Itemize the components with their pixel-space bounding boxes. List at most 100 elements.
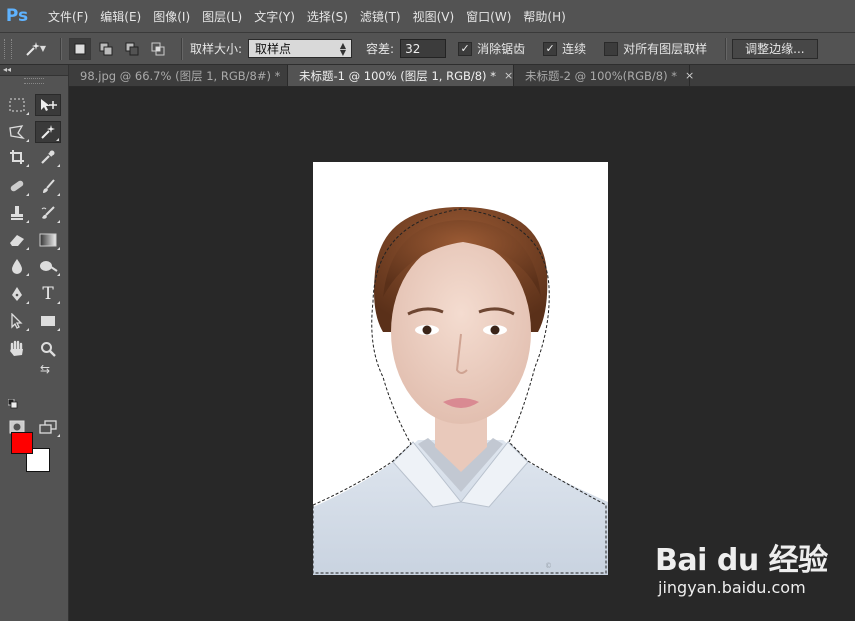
image-watermark: © (545, 562, 552, 570)
portrait-photo: © (313, 207, 608, 575)
menu-type[interactable]: 文字(Y) (248, 8, 301, 25)
zoom-tool[interactable] (35, 338, 61, 360)
toolbox-collapse-button[interactable]: ◂◂ (0, 65, 68, 76)
close-icon[interactable]: × (504, 69, 513, 82)
menu-edit[interactable]: 编辑(E) (94, 8, 147, 25)
eraser-icon (10, 235, 24, 246)
sample-all-layers-label: 对所有图层取样 (623, 42, 708, 56)
menu-file[interactable]: 文件(F) (42, 8, 94, 25)
path-select-tool[interactable] (4, 310, 30, 332)
zoom-icon (41, 342, 56, 357)
menu-view[interactable]: 视图(V) (407, 8, 461, 25)
magic-wand-icon (41, 125, 55, 139)
tolerance-label: 容差: (366, 42, 395, 56)
brush-icon (43, 179, 55, 193)
options-grip[interactable] (4, 38, 12, 59)
refine-edge-button[interactable]: 调整边缘... (732, 38, 818, 59)
sample-all-layers-checkbox[interactable] (604, 41, 619, 56)
tab-98-jpg[interactable]: 98.jpg @ 66.7% (图层 1, RGB/8#) * × (69, 65, 298, 86)
checkmark-icon: ✓ (460, 42, 470, 55)
eyedropper-tool[interactable] (35, 146, 61, 168)
subtract-from-selection-button[interactable] (121, 38, 143, 60)
close-icon[interactable]: × (685, 69, 694, 82)
updown-arrows-icon: ▲ ▼ (339, 40, 347, 57)
new-selection-icon (74, 43, 86, 54)
add-to-selection-button[interactable] (95, 38, 117, 60)
antialias-label: 消除锯齿 (477, 42, 526, 56)
magic-wand-tool[interactable] (35, 121, 61, 143)
dodge-icon (40, 261, 58, 272)
intersect-selection-button[interactable] (147, 38, 169, 60)
menu-window[interactable]: 窗口(W) (460, 8, 517, 25)
screen-mode-tool[interactable] (35, 416, 61, 438)
rect-marquee-icon (9, 98, 25, 112)
baidu-jingyan-url: jingyan.baidu.com (658, 578, 806, 597)
tab-untitled-2[interactable]: 未标题-2 @ 100%(RGB/8) * × (514, 65, 694, 86)
hand-tool[interactable] (4, 338, 30, 360)
antialias-checkbox[interactable]: ✓ (458, 41, 473, 56)
healing-brush-icon (10, 180, 24, 192)
subtract-selection-icon (125, 42, 139, 55)
clone-stamp-icon (11, 206, 23, 220)
default-colors-icon[interactable] (7, 398, 18, 412)
blur-icon (12, 259, 22, 274)
divider (60, 37, 61, 60)
sample-size-select[interactable]: 取样点 ▲ ▼ (248, 39, 353, 58)
screen-mode-icon (39, 420, 57, 434)
tab-label: 未标题-1 @ 100% (图层 1, RGB/8) * (299, 68, 496, 83)
tab-untitled-1[interactable]: 未标题-1 @ 100% (图层 1, RGB/8) * × (288, 65, 514, 86)
history-brush-icon (41, 206, 55, 219)
move-icon (41, 99, 57, 111)
clone-stamp-tool[interactable] (4, 202, 30, 224)
intersect-selection-icon (151, 42, 165, 55)
toolbox-grip[interactable] (24, 78, 44, 84)
brush-tool[interactable] (35, 175, 61, 197)
menu-filter[interactable]: 滤镜(T) (354, 8, 407, 25)
sample-size-value: 取样点 (255, 42, 292, 56)
options-bar: ▼ 取样大小: 取样点 ▲ ▼ 容差: 32 ✓ 消除锯齿 ✓ 连续 对所有图层取… (0, 33, 855, 65)
pen-icon (12, 287, 22, 301)
move-tool[interactable] (35, 94, 61, 116)
eraser-tool[interactable] (4, 229, 30, 251)
swap-colors-icon[interactable]: ⇆ (40, 362, 50, 376)
tab-label: 未标题-2 @ 100%(RGB/8) * (525, 68, 678, 83)
tolerance-input[interactable]: 32 (400, 39, 447, 58)
lasso-tool[interactable] (4, 121, 30, 143)
add-selection-icon (99, 42, 113, 55)
photoshop-logo: Ps (5, 6, 29, 26)
crop-tool[interactable] (4, 146, 30, 168)
contiguous-label: 连续 (562, 42, 587, 56)
baidu-jingyan-logo: Bai du 经验 (655, 543, 828, 578)
rectangle-shape-tool[interactable] (35, 310, 61, 332)
menu-help[interactable]: 帮助(H) (517, 8, 571, 25)
divider (181, 37, 182, 60)
toolbox: ◂◂ T ⇆ (0, 65, 69, 621)
checkmark-icon: ✓ (545, 42, 555, 55)
dodge-tool[interactable] (35, 255, 61, 277)
healing-brush-tool[interactable] (4, 175, 30, 197)
hand-icon (10, 340, 23, 356)
gradient-tool[interactable] (35, 229, 61, 251)
document-canvas[interactable]: © (313, 162, 608, 575)
foreground-color-swatch[interactable] (11, 432, 33, 454)
menu-select[interactable]: 选择(S) (301, 8, 354, 25)
crop-icon (10, 150, 24, 164)
gradient-icon (39, 233, 57, 247)
menu-image[interactable]: 图像(I) (147, 8, 196, 25)
rect-marquee-tool[interactable] (4, 94, 30, 116)
menu-bar: Ps 文件(F) 编辑(E) 图像(I) 图层(L) 文字(Y) 选择(S) 滤… (0, 0, 855, 33)
chevron-down-icon: ▼ (39, 44, 47, 53)
blur-tool[interactable] (4, 255, 30, 277)
sample-size-label: 取样大小: (190, 42, 243, 56)
tab-label: 98.jpg @ 66.7% (图层 1, RGB/8#) * (80, 68, 281, 83)
type-tool[interactable]: T (35, 283, 61, 305)
lasso-icon (9, 125, 25, 139)
type-icon: T (42, 284, 54, 304)
contiguous-checkbox[interactable]: ✓ (543, 41, 558, 56)
pen-tool[interactable] (4, 283, 30, 305)
history-brush-tool[interactable] (35, 202, 61, 224)
tool-preset-picker[interactable]: ▼ (18, 38, 52, 60)
new-selection-button[interactable] (69, 37, 91, 60)
menu-layer[interactable]: 图层(L) (196, 8, 248, 25)
path-select-icon (11, 313, 23, 329)
